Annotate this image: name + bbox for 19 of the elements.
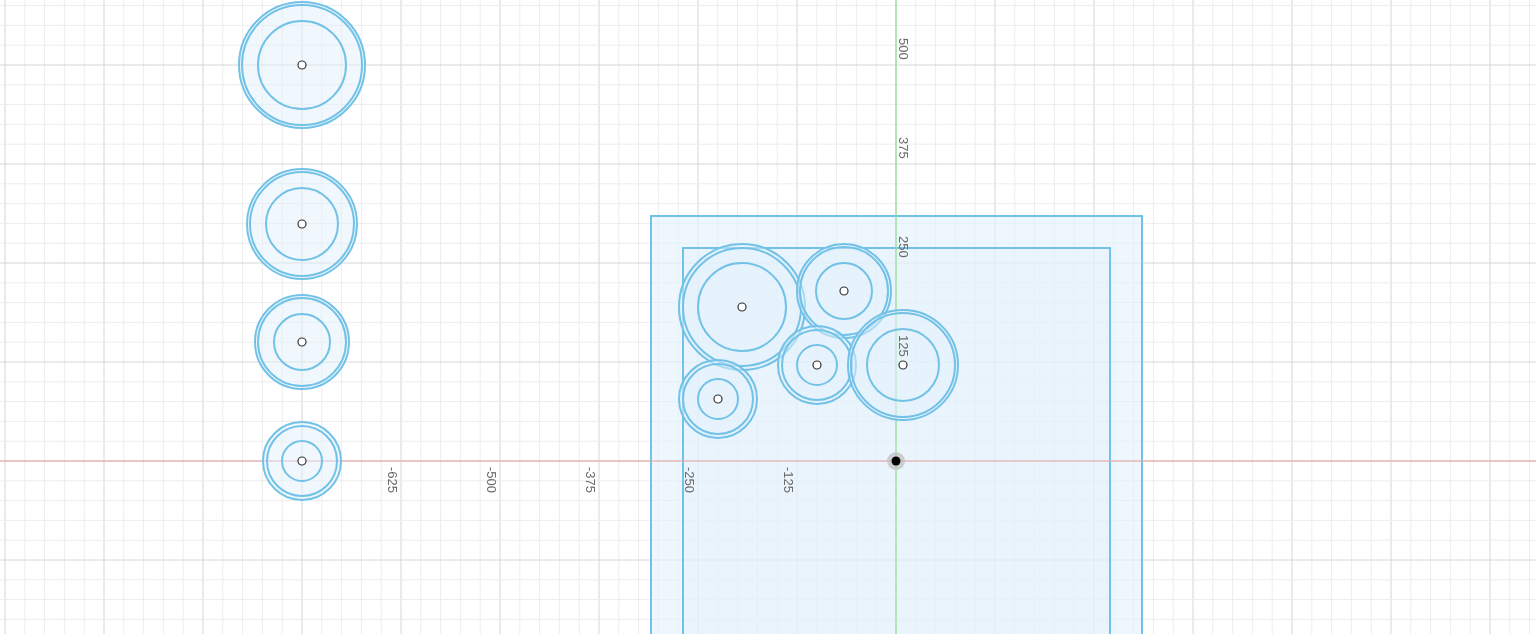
circle-profile[interactable] [847,309,959,421]
axis-tick-label: 125 [896,335,911,357]
axis-tick-label: -125 [781,467,796,494]
axis-tick-label: 500 [896,38,911,60]
circle-profile[interactable] [262,421,342,501]
axis-tick-label: -375 [583,467,598,494]
axis-tick-label: 250 [896,236,911,258]
axis-tick-label: -500 [484,467,499,494]
circle-profile[interactable] [796,243,892,339]
circle-profile[interactable] [254,294,350,390]
axis-tick-label: -625 [385,467,400,494]
circle-profile[interactable] [678,359,758,439]
sketch-canvas[interactable]: -625 -500 -375 -250 -125 500 375 250 125 [0,0,1536,634]
origin-point-icon[interactable] [887,452,905,470]
circle-profile[interactable] [238,1,366,129]
axis-tick-label: 375 [896,137,911,159]
circle-profile[interactable] [678,243,806,371]
axis-tick-label: -250 [682,467,697,494]
circle-profile[interactable] [246,168,358,280]
